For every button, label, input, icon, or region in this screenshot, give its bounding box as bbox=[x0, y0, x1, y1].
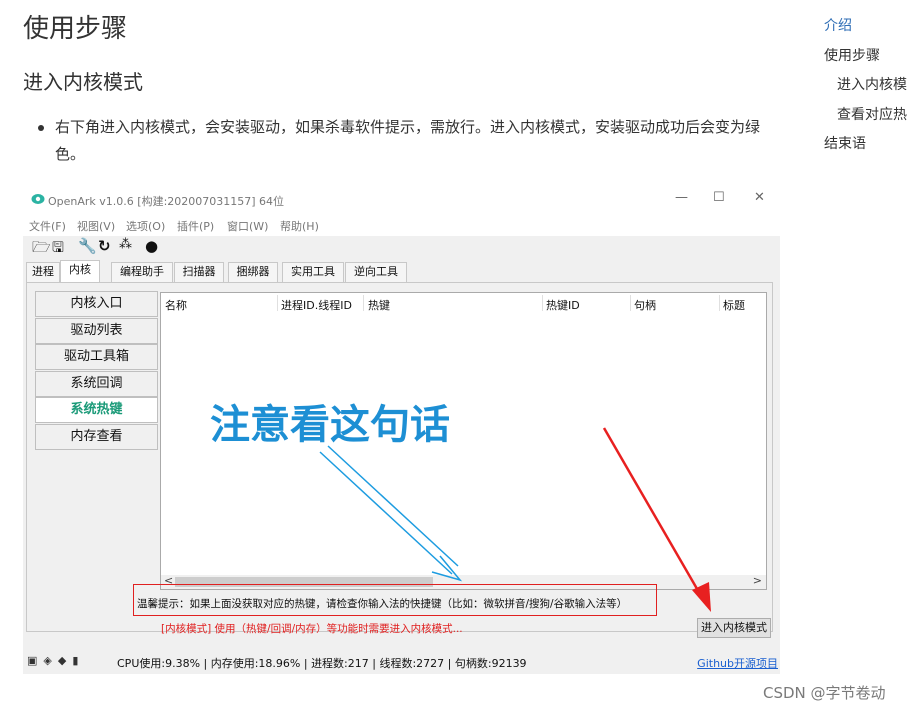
blue-arrow bbox=[319, 445, 463, 582]
red-arrow bbox=[602, 427, 711, 612]
watermark: CSDN @字节卷动 bbox=[763, 684, 886, 702]
annotation-arrows bbox=[319, 427, 711, 612]
